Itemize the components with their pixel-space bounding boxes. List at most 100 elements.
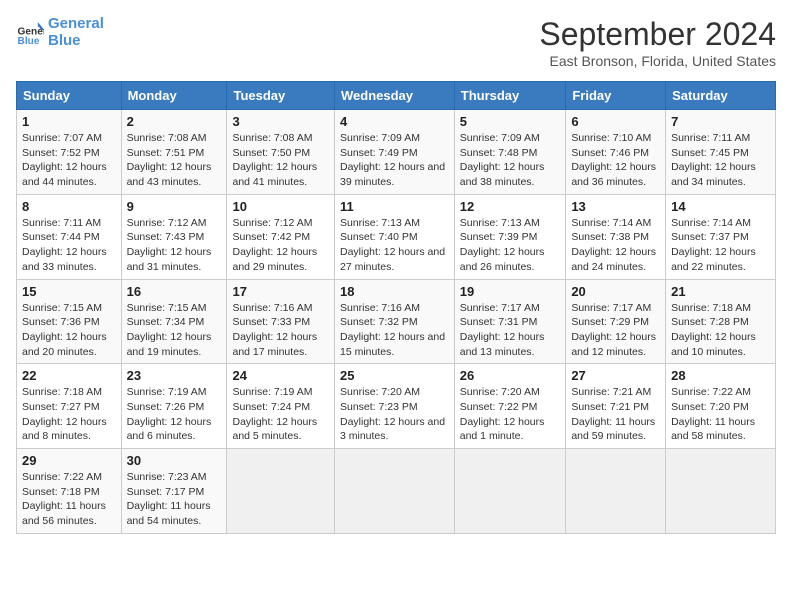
calendar-week-4: 22Sunrise: 7:18 AMSunset: 7:27 PMDayligh… — [17, 364, 776, 449]
day-number: 19 — [460, 284, 561, 299]
calendar-cell: 24 Sunrise: 7:19 AMSunset: 7:24 PMDayligh… — [227, 364, 335, 449]
calendar-cell: 25 Sunrise: 7:20 AMSunset: 7:23 PMDayligh… — [334, 364, 454, 449]
day-number: 28 — [671, 368, 770, 383]
day-info: Sunrise: 7:11 AMSunset: 7:44 PMDaylight:… — [22, 216, 116, 275]
calendar-cell — [566, 449, 666, 534]
logo-line2: Blue — [48, 32, 81, 49]
day-info: Sunrise: 7:18 AMSunset: 7:28 PMDaylight:… — [671, 301, 770, 360]
day-number: 11 — [340, 199, 449, 214]
day-number: 23 — [127, 368, 222, 383]
day-number: 27 — [571, 368, 660, 383]
calendar-cell: 12 Sunrise: 7:13 AMSunset: 7:39 PMDayligh… — [454, 194, 566, 279]
column-header-saturday: Saturday — [666, 82, 776, 110]
day-info: Sunrise: 7:09 AMSunset: 7:49 PMDaylight:… — [340, 131, 449, 190]
day-number: 15 — [22, 284, 116, 299]
column-header-wednesday: Wednesday — [334, 82, 454, 110]
calendar-cell: 16 Sunrise: 7:15 AMSunset: 7:34 PMDayligh… — [121, 279, 227, 364]
calendar-cell: 27Sunrise: 7:21 AMSunset: 7:21 PMDayligh… — [566, 364, 666, 449]
day-info: Sunrise: 7:07 AMSunset: 7:52 PMDaylight:… — [22, 131, 116, 190]
calendar-cell: 19Sunrise: 7:17 AMSunset: 7:31 PMDayligh… — [454, 279, 566, 364]
calendar-cell — [334, 449, 454, 534]
calendar-cell: 4 Sunrise: 7:09 AMSunset: 7:49 PMDaylight… — [334, 110, 454, 195]
day-number: 5 — [460, 114, 561, 129]
calendar-cell — [454, 449, 566, 534]
column-header-tuesday: Tuesday — [227, 82, 335, 110]
calendar-cell: 22Sunrise: 7:18 AMSunset: 7:27 PMDayligh… — [17, 364, 122, 449]
day-info: Sunrise: 7:08 AMSunset: 7:50 PMDaylight:… — [232, 131, 329, 190]
calendar-cell: 11 Sunrise: 7:13 AMSunset: 7:40 PMDayligh… — [334, 194, 454, 279]
calendar-cell: 21Sunrise: 7:18 AMSunset: 7:28 PMDayligh… — [666, 279, 776, 364]
day-info: Sunrise: 7:09 AMSunset: 7:48 PMDaylight:… — [460, 131, 561, 190]
calendar-header-row: SundayMondayTuesdayWednesdayThursdayFrid… — [17, 82, 776, 110]
calendar-subtitle: East Bronson, Florida, United States — [539, 53, 776, 69]
day-number: 1 — [22, 114, 116, 129]
logo-icon: General Blue — [16, 19, 44, 47]
day-info: Sunrise: 7:08 AMSunset: 7:51 PMDaylight:… — [127, 131, 222, 190]
day-info: Sunrise: 7:12 AMSunset: 7:43 PMDaylight:… — [127, 216, 222, 275]
day-number: 20 — [571, 284, 660, 299]
day-info: Sunrise: 7:23 AMSunset: 7:17 PMDaylight:… — [127, 470, 222, 529]
day-info: Sunrise: 7:19 AMSunset: 7:26 PMDaylight:… — [127, 385, 222, 444]
day-info: Sunrise: 7:14 AMSunset: 7:37 PMDaylight:… — [671, 216, 770, 275]
calendar-cell: 14 Sunrise: 7:14 AMSunset: 7:37 PMDayligh… — [666, 194, 776, 279]
column-header-thursday: Thursday — [454, 82, 566, 110]
calendar-week-5: 29Sunrise: 7:22 AMSunset: 7:18 PMDayligh… — [17, 449, 776, 534]
day-info: Sunrise: 7:12 AMSunset: 7:42 PMDaylight:… — [232, 216, 329, 275]
day-number: 22 — [22, 368, 116, 383]
logo: General Blue General Blue — [16, 16, 104, 49]
day-number: 16 — [127, 284, 222, 299]
day-number: 4 — [340, 114, 449, 129]
day-info: Sunrise: 7:15 AMSunset: 7:36 PMDaylight:… — [22, 301, 116, 360]
day-number: 13 — [571, 199, 660, 214]
column-header-monday: Monday — [121, 82, 227, 110]
calendar-cell: 30 Sunrise: 7:23 AMSunset: 7:17 PMDayligh… — [121, 449, 227, 534]
day-info: Sunrise: 7:16 AMSunset: 7:32 PMDaylight:… — [340, 301, 449, 360]
page-header: General Blue General Blue September 2024… — [16, 16, 776, 69]
calendar-cell — [666, 449, 776, 534]
day-number: 25 — [340, 368, 449, 383]
day-info: Sunrise: 7:20 AMSunset: 7:22 PMDaylight:… — [460, 385, 561, 444]
day-info: Sunrise: 7:16 AMSunset: 7:33 PMDaylight:… — [232, 301, 329, 360]
day-number: 8 — [22, 199, 116, 214]
day-number: 12 — [460, 199, 561, 214]
day-number: 2 — [127, 114, 222, 129]
calendar-cell: 1 Sunrise: 7:07 AMSunset: 7:52 PMDaylight… — [17, 110, 122, 195]
day-number: 24 — [232, 368, 329, 383]
calendar-cell: 17 Sunrise: 7:16 AMSunset: 7:33 PMDayligh… — [227, 279, 335, 364]
day-number: 3 — [232, 114, 329, 129]
calendar-cell: 10 Sunrise: 7:12 AMSunset: 7:42 PMDayligh… — [227, 194, 335, 279]
day-info: Sunrise: 7:20 AMSunset: 7:23 PMDaylight:… — [340, 385, 449, 444]
calendar-cell: 2 Sunrise: 7:08 AMSunset: 7:51 PMDaylight… — [121, 110, 227, 195]
day-number: 17 — [232, 284, 329, 299]
calendar-cell: 18Sunrise: 7:16 AMSunset: 7:32 PMDayligh… — [334, 279, 454, 364]
calendar-title: September 2024 — [539, 16, 776, 53]
day-info: Sunrise: 7:15 AMSunset: 7:34 PMDaylight:… — [127, 301, 222, 360]
calendar-cell: 8 Sunrise: 7:11 AMSunset: 7:44 PMDaylight… — [17, 194, 122, 279]
day-info: Sunrise: 7:22 AMSunset: 7:20 PMDaylight:… — [671, 385, 770, 444]
calendar-cell: 7Sunrise: 7:11 AMSunset: 7:45 PMDaylight… — [666, 110, 776, 195]
calendar-cell: 3 Sunrise: 7:08 AMSunset: 7:50 PMDaylight… — [227, 110, 335, 195]
day-number: 7 — [671, 114, 770, 129]
column-header-sunday: Sunday — [17, 82, 122, 110]
calendar-cell: 26Sunrise: 7:20 AMSunset: 7:22 PMDayligh… — [454, 364, 566, 449]
day-number: 29 — [22, 453, 116, 468]
day-number: 9 — [127, 199, 222, 214]
day-info: Sunrise: 7:10 AMSunset: 7:46 PMDaylight:… — [571, 131, 660, 190]
logo-text: General Blue — [48, 16, 104, 49]
day-info: Sunrise: 7:14 AMSunset: 7:38 PMDaylight:… — [571, 216, 660, 275]
day-number: 14 — [671, 199, 770, 214]
day-info: Sunrise: 7:13 AMSunset: 7:40 PMDaylight:… — [340, 216, 449, 275]
day-number: 10 — [232, 199, 329, 214]
day-info: Sunrise: 7:19 AMSunset: 7:24 PMDaylight:… — [232, 385, 329, 444]
calendar-cell: 23 Sunrise: 7:19 AMSunset: 7:26 PMDayligh… — [121, 364, 227, 449]
calendar-week-1: 1 Sunrise: 7:07 AMSunset: 7:52 PMDaylight… — [17, 110, 776, 195]
title-section: September 2024 East Bronson, Florida, Un… — [539, 16, 776, 69]
day-info: Sunrise: 7:13 AMSunset: 7:39 PMDaylight:… — [460, 216, 561, 275]
logo-line1: General — [48, 15, 104, 32]
calendar-cell: 13 Sunrise: 7:14 AMSunset: 7:38 PMDayligh… — [566, 194, 666, 279]
calendar-table: SundayMondayTuesdayWednesdayThursdayFrid… — [16, 81, 776, 534]
day-number: 6 — [571, 114, 660, 129]
day-info: Sunrise: 7:17 AMSunset: 7:29 PMDaylight:… — [571, 301, 660, 360]
day-number: 30 — [127, 453, 222, 468]
calendar-cell: 9 Sunrise: 7:12 AMSunset: 7:43 PMDaylight… — [121, 194, 227, 279]
